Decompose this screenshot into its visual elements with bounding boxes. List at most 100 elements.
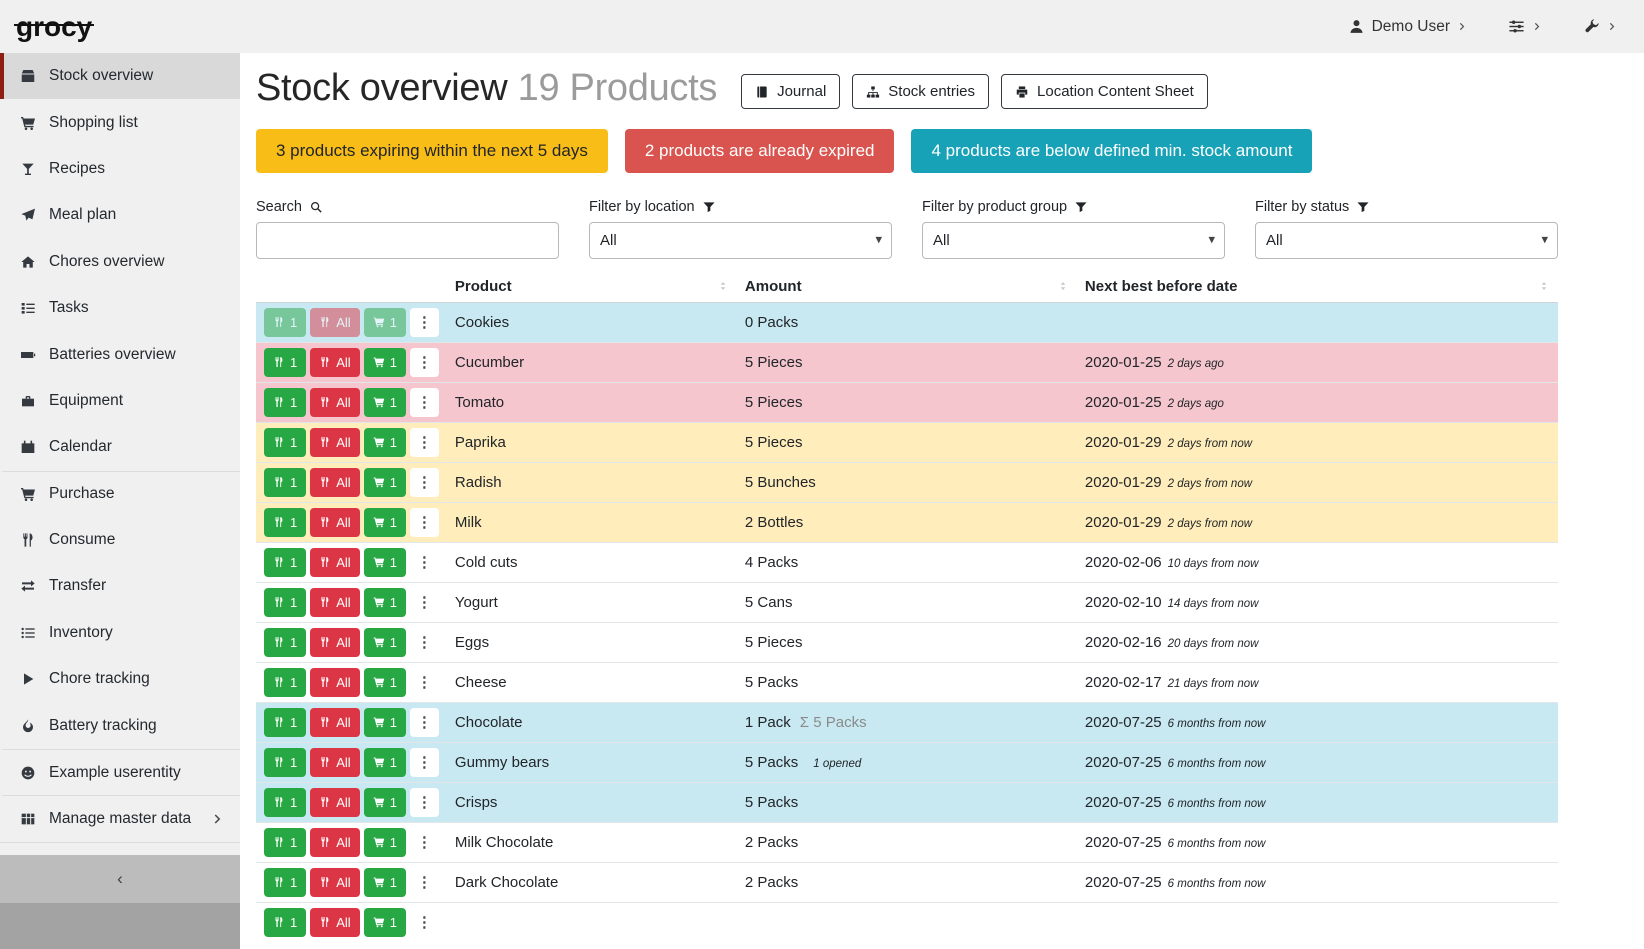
- consume-one-button[interactable]: 1: [264, 708, 306, 737]
- row-menu-button[interactable]: ⋮: [410, 708, 439, 737]
- sidebar-item-chore-tracking[interactable]: Chore tracking: [0, 656, 240, 702]
- consume-one-button[interactable]: 1: [264, 548, 306, 577]
- sidebar-item-calendar[interactable]: Calendar: [0, 424, 240, 470]
- sidebar-item-consume[interactable]: Consume: [0, 517, 240, 563]
- product-name[interactable]: Paprika: [455, 434, 506, 451]
- consume-all-button[interactable]: All: [310, 748, 359, 777]
- product-name[interactable]: Cheese: [455, 674, 507, 691]
- row-menu-button[interactable]: ⋮: [410, 828, 439, 857]
- product-name[interactable]: Crisps: [455, 794, 498, 811]
- product-name[interactable]: Radish: [455, 474, 502, 491]
- sidebar-item-shopping-list[interactable]: Shopping list: [0, 99, 240, 145]
- row-menu-button[interactable]: ⋮: [410, 508, 439, 537]
- product-name[interactable]: Cucumber: [455, 354, 524, 371]
- sidebar-item-purchase[interactable]: Purchase: [0, 471, 240, 517]
- consume-one-button[interactable]: 1: [264, 908, 306, 937]
- add-to-shopping-list-button[interactable]: 1: [364, 548, 406, 577]
- consume-all-button[interactable]: All: [310, 588, 359, 617]
- add-to-shopping-list-button[interactable]: 1: [364, 388, 406, 417]
- sidebar-item-transfer[interactable]: Transfer: [0, 563, 240, 609]
- add-to-shopping-list-button[interactable]: 1: [364, 708, 406, 737]
- consume-all-button[interactable]: All: [310, 828, 359, 857]
- sidebar-item-equipment[interactable]: Equipment: [0, 378, 240, 424]
- sidebar-item-battery-tracking[interactable]: Battery tracking: [0, 702, 240, 748]
- row-menu-button[interactable]: ⋮: [410, 908, 439, 937]
- sort-icon[interactable]: [1057, 280, 1069, 292]
- product-name[interactable]: Cold cuts: [455, 554, 518, 571]
- user-menu[interactable]: Demo User: [1342, 17, 1474, 37]
- sidebar-item-chores-overview[interactable]: Chores overview: [0, 239, 240, 285]
- consume-one-button[interactable]: 1: [264, 508, 306, 537]
- add-to-shopping-list-button[interactable]: 1: [364, 508, 406, 537]
- product-name[interactable]: Milk: [455, 514, 482, 531]
- add-to-shopping-list-button[interactable]: 1: [364, 868, 406, 897]
- header-button-stock-entries[interactable]: Stock entries: [852, 74, 989, 109]
- add-to-shopping-list-button[interactable]: 1: [364, 588, 406, 617]
- row-menu-button[interactable]: ⋮: [410, 428, 439, 457]
- settings-menu[interactable]: [1502, 17, 1549, 36]
- product-name[interactable]: Gummy bears: [455, 754, 549, 771]
- alert-button-warning[interactable]: 3 products expiring within the next 5 da…: [256, 129, 608, 173]
- row-menu-button[interactable]: ⋮: [410, 628, 439, 657]
- sidebar-item-inventory[interactable]: Inventory: [0, 610, 240, 656]
- product-name[interactable]: Dark Chocolate: [455, 874, 558, 891]
- consume-one-button[interactable]: 1: [264, 868, 306, 897]
- consume-all-button[interactable]: All: [310, 708, 359, 737]
- row-menu-button[interactable]: ⋮: [410, 868, 439, 897]
- product-name[interactable]: Chocolate: [455, 714, 523, 731]
- consume-one-button[interactable]: 1: [264, 628, 306, 657]
- consume-all-button[interactable]: All: [310, 348, 359, 377]
- row-menu-button[interactable]: ⋮: [410, 468, 439, 497]
- add-to-shopping-list-button[interactable]: 1: [364, 428, 406, 457]
- row-menu-button[interactable]: ⋮: [410, 588, 439, 617]
- add-to-shopping-list-button[interactable]: 1: [364, 308, 406, 337]
- consume-one-button[interactable]: 1: [264, 348, 306, 377]
- consume-all-button[interactable]: All: [310, 908, 359, 937]
- consume-one-button[interactable]: 1: [264, 828, 306, 857]
- sidebar-item-stock-overview[interactable]: Stock overview: [0, 53, 240, 99]
- row-menu-button[interactable]: ⋮: [410, 348, 439, 377]
- add-to-shopping-list-button[interactable]: 1: [364, 908, 406, 937]
- add-to-shopping-list-button[interactable]: 1: [364, 468, 406, 497]
- consume-all-button[interactable]: All: [310, 868, 359, 897]
- add-to-shopping-list-button[interactable]: 1: [364, 788, 406, 817]
- row-menu-button[interactable]: ⋮: [410, 308, 439, 337]
- consume-one-button[interactable]: 1: [264, 588, 306, 617]
- search-input[interactable]: [256, 222, 559, 259]
- sidebar-item-recipes[interactable]: Recipes: [0, 146, 240, 192]
- header-button-location-content-sheet[interactable]: Location Content Sheet: [1001, 74, 1208, 109]
- admin-tools-menu[interactable]: [1577, 17, 1624, 36]
- consume-all-button[interactable]: All: [310, 668, 359, 697]
- add-to-shopping-list-button[interactable]: 1: [364, 628, 406, 657]
- product-name[interactable]: Tomato: [455, 394, 504, 411]
- sidebar-item-tasks[interactable]: Tasks: [0, 285, 240, 331]
- row-menu-button[interactable]: ⋮: [410, 388, 439, 417]
- column-header-next-best-before-date[interactable]: Next best before date: [1077, 271, 1558, 303]
- row-menu-button[interactable]: ⋮: [410, 548, 439, 577]
- consume-one-button[interactable]: 1: [264, 428, 306, 457]
- consume-all-button[interactable]: All: [310, 308, 359, 337]
- sidebar-item-manage-master-data[interactable]: Manage master data: [0, 795, 240, 841]
- sidebar-collapse-button[interactable]: ‹: [0, 855, 240, 903]
- consume-all-button[interactable]: All: [310, 468, 359, 497]
- product-name[interactable]: Cookies: [455, 314, 509, 331]
- sidebar-item-batteries-overview[interactable]: Batteries overview: [0, 331, 240, 377]
- add-to-shopping-list-button[interactable]: 1: [364, 828, 406, 857]
- row-menu-button[interactable]: ⋮: [410, 668, 439, 697]
- sidebar-item-meal-plan[interactable]: Meal plan: [0, 192, 240, 238]
- product-name[interactable]: Yogurt: [455, 594, 498, 611]
- row-menu-button[interactable]: ⋮: [410, 748, 439, 777]
- consume-one-button[interactable]: 1: [264, 308, 306, 337]
- consume-all-button[interactable]: All: [310, 388, 359, 417]
- column-header-amount[interactable]: Amount: [737, 271, 1077, 303]
- consume-all-button[interactable]: All: [310, 628, 359, 657]
- product-group-select[interactable]: All: [923, 223, 1224, 258]
- consume-one-button[interactable]: 1: [264, 388, 306, 417]
- sidebar-item-example-userentity[interactable]: Example userentity: [0, 749, 240, 795]
- location-select[interactable]: All: [590, 223, 891, 258]
- header-button-journal[interactable]: Journal: [741, 74, 840, 109]
- add-to-shopping-list-button[interactable]: 1: [364, 748, 406, 777]
- consume-one-button[interactable]: 1: [264, 468, 306, 497]
- status-select[interactable]: All: [1256, 223, 1557, 258]
- consume-one-button[interactable]: 1: [264, 748, 306, 777]
